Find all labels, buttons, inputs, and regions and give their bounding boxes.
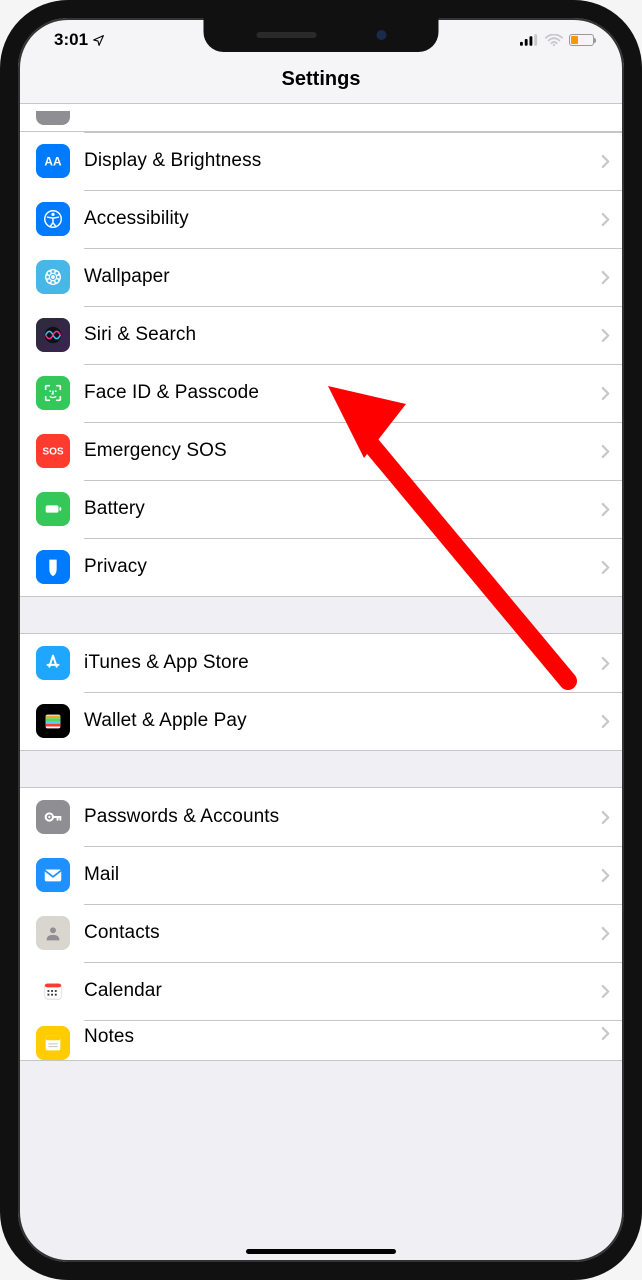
key-icon bbox=[36, 800, 70, 834]
row-label: Accessibility bbox=[84, 208, 601, 230]
nav-header: Settings bbox=[18, 62, 624, 104]
chevron-right-icon bbox=[601, 984, 610, 999]
row-label: Contacts bbox=[84, 922, 601, 944]
settings-row-faceid[interactable]: Face ID & Passcode bbox=[18, 364, 624, 422]
calendar-icon bbox=[36, 974, 70, 1008]
settings-group: Passwords & Accounts Mail Contacts Calendar… bbox=[18, 787, 624, 1061]
row-label: Siri & Search bbox=[84, 324, 601, 346]
page-title: Settings bbox=[18, 68, 624, 91]
settings-row-mail[interactable]: Mail bbox=[18, 846, 624, 904]
chevron-right-icon bbox=[601, 444, 610, 459]
settings-group: iTunes & App Store Wallet & Apple Pay bbox=[18, 633, 624, 751]
chevron-right-icon bbox=[601, 154, 610, 169]
privacy-icon bbox=[36, 550, 70, 584]
row-label: Notes bbox=[84, 1026, 601, 1048]
chevron-right-icon bbox=[601, 656, 610, 671]
row-label: Battery bbox=[84, 498, 601, 520]
row-label: Calendar bbox=[84, 980, 601, 1002]
notes-icon bbox=[36, 1026, 70, 1060]
settings-row-display[interactable]: AA Display & Brightness bbox=[18, 132, 624, 190]
siri-icon bbox=[36, 318, 70, 352]
battery-icon bbox=[569, 34, 594, 46]
accessibility-icon bbox=[36, 202, 70, 236]
row-label: Wallpaper bbox=[84, 266, 601, 288]
mail-icon bbox=[36, 858, 70, 892]
chevron-right-icon bbox=[601, 386, 610, 401]
settings-row-siri[interactable]: Siri & Search bbox=[18, 306, 624, 364]
chevron-right-icon bbox=[601, 212, 610, 227]
settings-row-privacy[interactable]: Privacy bbox=[18, 538, 624, 596]
chevron-right-icon bbox=[601, 926, 610, 941]
settings-row-passwords[interactable]: Passwords & Accounts bbox=[18, 788, 624, 846]
screen: 3:01 Settings AA Display & Brightness Acce… bbox=[18, 18, 624, 1262]
settings-row-sos[interactable]: SOS Emergency SOS bbox=[18, 422, 624, 480]
row-label: Passwords & Accounts bbox=[84, 806, 601, 828]
row-label: Emergency SOS bbox=[84, 440, 601, 462]
svg-text:AA: AA bbox=[44, 155, 62, 169]
settings-group: AA Display & Brightness Accessibility Wallp… bbox=[18, 104, 624, 597]
chevron-right-icon bbox=[601, 270, 610, 285]
chevron-right-icon bbox=[601, 714, 610, 729]
settings-row-contacts[interactable]: Contacts bbox=[18, 904, 624, 962]
appstore-icon bbox=[36, 646, 70, 680]
row-label: Mail bbox=[84, 864, 601, 886]
partial-row bbox=[18, 104, 624, 132]
row-label: Wallet & Apple Pay bbox=[84, 710, 601, 732]
svg-text:SOS: SOS bbox=[42, 447, 64, 458]
wallet-icon bbox=[36, 704, 70, 738]
status-time: 3:01 bbox=[54, 30, 88, 50]
row-label: Face ID & Passcode bbox=[84, 382, 601, 404]
row-label: Privacy bbox=[84, 556, 601, 578]
cellular-icon bbox=[520, 34, 539, 46]
contacts-icon bbox=[36, 916, 70, 950]
display-icon: AA bbox=[36, 144, 70, 178]
row-label: Display & Brightness bbox=[84, 150, 601, 172]
home-indicator[interactable] bbox=[246, 1249, 396, 1254]
sos-icon: SOS bbox=[36, 434, 70, 468]
chevron-right-icon bbox=[601, 502, 610, 517]
wallpaper-icon bbox=[36, 260, 70, 294]
chevron-right-icon bbox=[601, 1026, 610, 1041]
chevron-right-icon bbox=[601, 560, 610, 575]
wifi-icon bbox=[545, 34, 563, 47]
settings-row-wallpaper[interactable]: Wallpaper bbox=[18, 248, 624, 306]
location-icon bbox=[92, 34, 105, 47]
faceid-icon bbox=[36, 376, 70, 410]
chevron-right-icon bbox=[601, 328, 610, 343]
settings-row-battery[interactable]: Battery bbox=[18, 480, 624, 538]
settings-row-notes[interactable]: Notes bbox=[18, 1020, 624, 1060]
chevron-right-icon bbox=[601, 868, 610, 883]
settings-row-calendar[interactable]: Calendar bbox=[18, 962, 624, 1020]
battery-icon bbox=[36, 492, 70, 526]
row-label: iTunes & App Store bbox=[84, 652, 601, 674]
chevron-right-icon bbox=[601, 810, 610, 825]
settings-list[interactable]: AA Display & Brightness Accessibility Wallp… bbox=[18, 104, 624, 1061]
settings-row-wallet[interactable]: Wallet & Apple Pay bbox=[18, 692, 624, 750]
settings-row-itunes[interactable]: iTunes & App Store bbox=[18, 634, 624, 692]
settings-row-accessibility[interactable]: Accessibility bbox=[18, 190, 624, 248]
